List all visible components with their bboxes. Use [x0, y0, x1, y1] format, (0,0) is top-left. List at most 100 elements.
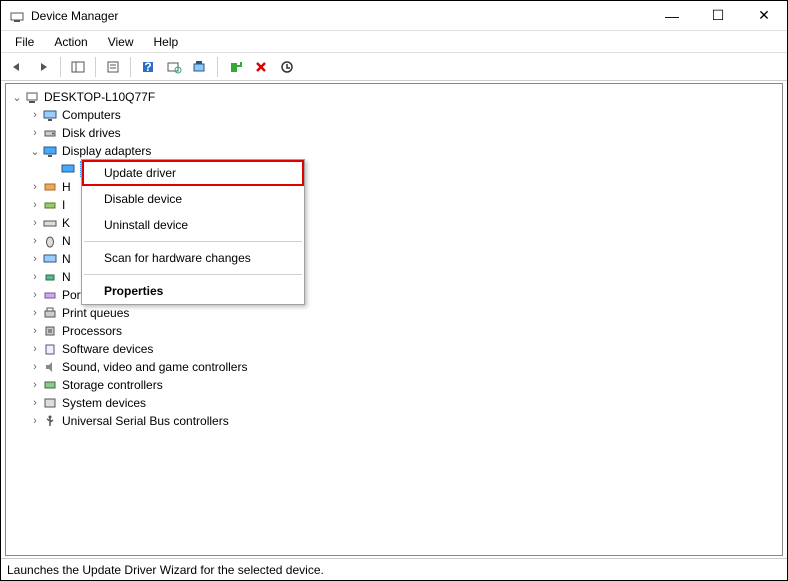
- tree-item-label: Processors: [62, 324, 122, 338]
- tree-item-label: Sound, video and game controllers: [62, 360, 247, 374]
- expander-icon[interactable]: ›: [28, 253, 42, 265]
- expander-icon[interactable]: ›: [28, 361, 42, 373]
- disk-icon: [42, 125, 58, 141]
- expander-icon[interactable]: ›: [28, 217, 42, 229]
- statusbar: Launches the Update Driver Wizard for th…: [1, 558, 787, 580]
- menu-help[interactable]: Help: [146, 33, 187, 51]
- properties-button[interactable]: [101, 55, 125, 79]
- menu-action[interactable]: Action: [46, 33, 95, 51]
- expander-icon[interactable]: ›: [28, 127, 42, 139]
- uninstall-button[interactable]: [249, 55, 273, 79]
- tree-item-usb-controllers[interactable]: › Universal Serial Bus controllers: [6, 412, 782, 430]
- expander-icon[interactable]: ›: [28, 289, 42, 301]
- expander-icon[interactable]: ›: [28, 307, 42, 319]
- tree-item-system-devices[interactable]: › System devices: [6, 394, 782, 412]
- monitor-icon: [42, 251, 58, 267]
- tree-item-label: I: [62, 198, 65, 212]
- disable-device-button[interactable]: [275, 55, 299, 79]
- enable-device-button[interactable]: [223, 55, 247, 79]
- tree-item-print-queues[interactable]: › Print queues: [6, 304, 782, 322]
- usb-icon: [42, 413, 58, 429]
- device-manager-icon: [9, 8, 25, 24]
- monitor-icon: [42, 107, 58, 123]
- context-menu: Update driver Disable device Uninstall d…: [81, 159, 305, 305]
- expander-icon[interactable]: ›: [28, 397, 42, 409]
- maximize-button[interactable]: ☐: [695, 1, 741, 31]
- tree-item-label: Universal Serial Bus controllers: [62, 414, 229, 428]
- expander-icon[interactable]: ›: [28, 199, 42, 211]
- expander-icon[interactable]: ›: [28, 415, 42, 427]
- tree-item-sound[interactable]: › Sound, video and game controllers: [6, 358, 782, 376]
- mouse-icon: [42, 233, 58, 249]
- tree-item-label: Disk drives: [62, 126, 121, 140]
- expander-icon[interactable]: ⌄: [28, 145, 42, 158]
- window-title: Device Manager: [31, 9, 649, 23]
- tree-root-label: DESKTOP-L10Q77F: [44, 90, 155, 104]
- tree-item-label: H: [62, 180, 71, 194]
- expander-icon[interactable]: ›: [28, 271, 42, 283]
- system-icon: [42, 395, 58, 411]
- tree-item-display-adapters[interactable]: ⌄ Display adapters: [6, 142, 782, 160]
- expander-spacer: [46, 163, 60, 175]
- tree-item-label: N: [62, 252, 71, 266]
- display-adapter-icon: [42, 143, 58, 159]
- tree-item-processors[interactable]: › Processors: [6, 322, 782, 340]
- expander-icon[interactable]: ⌄: [10, 91, 24, 104]
- expander-icon[interactable]: ›: [28, 181, 42, 193]
- tree-root[interactable]: ⌄ DESKTOP-L10Q77F: [6, 88, 782, 106]
- display-adapter-icon: [60, 161, 76, 177]
- tree-item-storage-controllers[interactable]: › Storage controllers: [6, 376, 782, 394]
- menu-view[interactable]: View: [100, 33, 142, 51]
- tree-item-label: System devices: [62, 396, 146, 410]
- expander-icon[interactable]: ›: [28, 235, 42, 247]
- port-icon: [42, 287, 58, 303]
- tree-item-label: Storage controllers: [62, 378, 163, 392]
- tree-item-label: N: [62, 234, 71, 248]
- context-properties[interactable]: Properties: [82, 278, 304, 304]
- tree-item-label: Computers: [62, 108, 121, 122]
- minimize-button[interactable]: —: [649, 1, 695, 31]
- close-button[interactable]: ✕: [741, 1, 787, 31]
- update-driver-button[interactable]: [188, 55, 212, 79]
- storage-icon: [42, 377, 58, 393]
- svg-text:?: ?: [144, 60, 151, 74]
- network-icon: [42, 269, 58, 285]
- device-tree[interactable]: ⌄ DESKTOP-L10Q77F › Computers › Disk dri…: [5, 83, 783, 556]
- ide-icon: [42, 197, 58, 213]
- expander-icon[interactable]: ›: [28, 109, 42, 121]
- forward-button[interactable]: [31, 55, 55, 79]
- expander-icon[interactable]: ›: [28, 343, 42, 355]
- help-button[interactable]: ?: [136, 55, 160, 79]
- computer-icon: [24, 89, 40, 105]
- window-controls: — ☐ ✕: [649, 1, 787, 31]
- context-separator: [84, 274, 302, 275]
- context-uninstall-device[interactable]: Uninstall device: [82, 212, 304, 238]
- menu-file[interactable]: File: [7, 33, 42, 51]
- expander-icon[interactable]: ›: [28, 325, 42, 337]
- printer-icon: [42, 305, 58, 321]
- scan-hardware-button[interactable]: [162, 55, 186, 79]
- tree-item-label: Software devices: [62, 342, 153, 356]
- tree-item-label: Print queues: [62, 306, 129, 320]
- statusbar-text: Launches the Update Driver Wizard for th…: [7, 563, 324, 577]
- back-button[interactable]: [5, 55, 29, 79]
- context-separator: [84, 241, 302, 242]
- tree-item-software-devices[interactable]: › Software devices: [6, 340, 782, 358]
- show-hide-tree-button[interactable]: [66, 55, 90, 79]
- toolbar: ?: [1, 53, 787, 81]
- expander-icon[interactable]: ›: [28, 379, 42, 391]
- tree-item-computers[interactable]: › Computers: [6, 106, 782, 124]
- menubar: File Action View Help: [1, 31, 787, 53]
- tree-item-label: Display adapters: [62, 144, 151, 158]
- context-scan-hardware[interactable]: Scan for hardware changes: [82, 245, 304, 271]
- tree-item-label: K: [62, 216, 70, 230]
- cpu-icon: [42, 323, 58, 339]
- titlebar: Device Manager — ☐ ✕: [1, 1, 787, 31]
- context-update-driver[interactable]: Update driver: [82, 160, 304, 186]
- context-disable-device[interactable]: Disable device: [82, 186, 304, 212]
- hid-icon: [42, 179, 58, 195]
- software-icon: [42, 341, 58, 357]
- tree-item-disk-drives[interactable]: › Disk drives: [6, 124, 782, 142]
- speaker-icon: [42, 359, 58, 375]
- keyboard-icon: [42, 215, 58, 231]
